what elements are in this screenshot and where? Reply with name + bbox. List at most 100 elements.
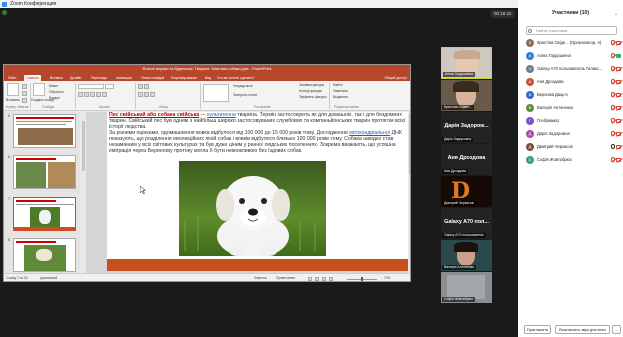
align-center-icon[interactable] bbox=[144, 92, 149, 97]
group-label-font: Шрифт bbox=[99, 105, 110, 109]
underline-icon[interactable] bbox=[90, 92, 95, 97]
thumbnails-scrollbar[interactable] bbox=[82, 121, 85, 171]
mic-muted-icon[interactable] bbox=[611, 40, 615, 45]
participant-row[interactable]: А Аня Дроздова bbox=[526, 76, 621, 88]
italic-icon[interactable] bbox=[84, 92, 89, 97]
normal-view-icon[interactable] bbox=[308, 276, 312, 281]
bullets-icon[interactable] bbox=[138, 84, 143, 89]
participant-name: Глеб(мама) bbox=[537, 118, 559, 123]
copy-icon[interactable] bbox=[22, 91, 27, 96]
video-tile[interactable]: Galaxy A70 пол... Galaxy A70 пользовател… bbox=[441, 208, 492, 239]
avatar: Г bbox=[526, 116, 534, 125]
comments-button[interactable]: Примечания bbox=[276, 276, 295, 281]
zoom-slider-knob[interactable] bbox=[361, 277, 363, 281]
slide-thumbnail-selected[interactable] bbox=[13, 197, 76, 231]
slide-thumbnail[interactable] bbox=[13, 238, 76, 272]
font-size-select[interactable] bbox=[105, 84, 114, 89]
slide-editor: Пес свійський або собака свійська — куль… bbox=[86, 112, 410, 273]
reading-view-icon[interactable] bbox=[322, 276, 326, 281]
tile-name: Кристіна Свіден... bbox=[442, 105, 475, 110]
mute-all-button[interactable]: Выключить звук для всех bbox=[555, 325, 610, 334]
group-label-slides: Слайды bbox=[42, 105, 55, 109]
font-color-icon[interactable] bbox=[102, 92, 107, 97]
participant-row[interactable]: С Софія Жовтобрюх bbox=[526, 154, 621, 166]
bold-icon[interactable] bbox=[78, 92, 83, 97]
paste-button[interactable]: Вставить bbox=[6, 98, 20, 102]
more-options-button[interactable]: ... bbox=[612, 325, 621, 334]
video-tile[interactable]: Дарія Задорож... Дарія Задорожна bbox=[441, 112, 492, 143]
paste-icon[interactable] bbox=[7, 83, 19, 96]
ppt-ribbon: Вставить Создать слайд Макет Сбросить Ра… bbox=[4, 81, 410, 111]
video-tile[interactable]: Аня Дроздова Аня Дроздова bbox=[441, 144, 492, 175]
participants-title: Участники (10) bbox=[551, 10, 590, 16]
participant-row[interactable]: В Валерія Антоненко bbox=[526, 102, 621, 114]
thumb-number: 8 bbox=[8, 238, 10, 242]
find-button[interactable]: Найти bbox=[333, 83, 342, 87]
notes-button[interactable]: Заметки bbox=[254, 276, 267, 281]
video-tile[interactable]: Валерія Антоненко bbox=[441, 240, 492, 271]
video-tile[interactable]: Кристіна Свіден... bbox=[441, 80, 492, 111]
select-button[interactable]: Выделить bbox=[333, 95, 348, 99]
video-tile[interactable]: D Дмитрий Черкасов bbox=[441, 176, 492, 207]
mic-muted-icon bbox=[611, 105, 615, 110]
ribbon-divider bbox=[30, 83, 31, 109]
align-right-icon[interactable] bbox=[150, 92, 155, 97]
replace-button[interactable]: Заменить bbox=[333, 89, 348, 93]
tile-name: Аня Дроздова bbox=[442, 169, 468, 174]
mic-on-icon bbox=[611, 144, 615, 149]
puppy-photo[interactable] bbox=[179, 161, 326, 256]
current-slide[interactable]: Пес свійський або собака свійська — куль… bbox=[107, 112, 410, 271]
tile-name: Аліна Гордошніна bbox=[443, 72, 475, 77]
participant-search-input[interactable]: Найти участника bbox=[526, 26, 617, 35]
chevron-down-icon[interactable]: ⌄ bbox=[614, 11, 618, 17]
zoom-level[interactable]: 73% bbox=[384, 276, 391, 281]
invite-button[interactable]: Пригласить bbox=[524, 325, 551, 334]
editor-scroll-thumb[interactable] bbox=[408, 114, 410, 174]
thumb-number: 7 bbox=[8, 197, 10, 201]
zoom-window: Zoom Конференция 00:16:22 Фізичні вправи… bbox=[0, 0, 623, 337]
reset-button[interactable]: Сбросить bbox=[49, 90, 64, 94]
slide-counter: Слайд 7 из 18 bbox=[6, 276, 28, 280]
slide-thumbnails-pane: 5 6 7 8 bbox=[4, 112, 80, 273]
language-indicator[interactable]: украинский bbox=[40, 276, 57, 281]
shape-effects-button[interactable]: Эффекты фигуры bbox=[299, 95, 326, 99]
new-slide-icon[interactable] bbox=[33, 83, 45, 96]
camera-off-icon bbox=[616, 157, 621, 162]
slideshow-icon[interactable] bbox=[329, 276, 333, 281]
slide-sorter-icon[interactable] bbox=[315, 276, 319, 281]
shapes-gallery[interactable] bbox=[203, 84, 229, 102]
camera-off-icon bbox=[616, 92, 621, 97]
avatar: А bbox=[526, 51, 534, 60]
participant-row[interactable]: К Кристіна Свіде... (Организатор, я) bbox=[526, 37, 621, 49]
align-left-icon[interactable] bbox=[138, 92, 143, 97]
numbering-icon[interactable] bbox=[144, 84, 149, 89]
cut-icon[interactable] bbox=[22, 84, 27, 89]
strikethrough-icon[interactable] bbox=[96, 92, 101, 97]
shape-outline-button[interactable]: Контур фигуры bbox=[299, 89, 322, 93]
slide-thumbnail[interactable] bbox=[13, 114, 76, 148]
slide-footer-bar bbox=[107, 259, 410, 271]
shape-fill-button[interactable]: Заливка фигуры bbox=[299, 83, 324, 87]
shared-powerpoint-window: Фізичні вправи та будиночок. Тварини: Ан… bbox=[3, 64, 411, 282]
font-name-select[interactable] bbox=[78, 84, 104, 89]
participant-row[interactable]: G Galaxy A70 пользователь Галакс... bbox=[526, 63, 621, 75]
slide-thumbnail[interactable] bbox=[13, 155, 76, 189]
shield-icon[interactable] bbox=[2, 10, 7, 15]
layout-button[interactable]: Макет bbox=[49, 84, 58, 88]
tile-name: Дмитрий Черкасов bbox=[442, 201, 476, 206]
participant-row[interactable]: В Вероніка Даць'я bbox=[526, 89, 621, 101]
ppt-ribbon-tabs: Файл Главная Вставка Дизайн Переходы Ани… bbox=[4, 74, 410, 81]
section-button[interactable]: Раздел bbox=[49, 96, 60, 100]
camera-off-icon bbox=[616, 118, 621, 123]
editor-scrollbar[interactable] bbox=[408, 112, 410, 273]
format-painter-icon[interactable] bbox=[22, 98, 27, 103]
participant-row[interactable]: А Аліна Гордошніна bbox=[526, 50, 621, 62]
participant-row[interactable]: Д Дарія Задорожна bbox=[526, 128, 621, 140]
participant-row[interactable]: Г Глеб(мама) bbox=[526, 115, 621, 127]
video-tile[interactable]: Софія Жовтобрюх bbox=[441, 272, 492, 303]
participant-name: Софія Жовтобрюх bbox=[537, 157, 572, 162]
video-tile[interactable]: Аліна Гордошніна bbox=[441, 47, 492, 79]
quick-styles-button[interactable]: Экспресс-стили bbox=[233, 93, 257, 97]
participant-row[interactable]: Д Дмитрий Черкасов bbox=[526, 141, 621, 153]
arrange-button[interactable]: Упорядочить bbox=[233, 84, 253, 88]
